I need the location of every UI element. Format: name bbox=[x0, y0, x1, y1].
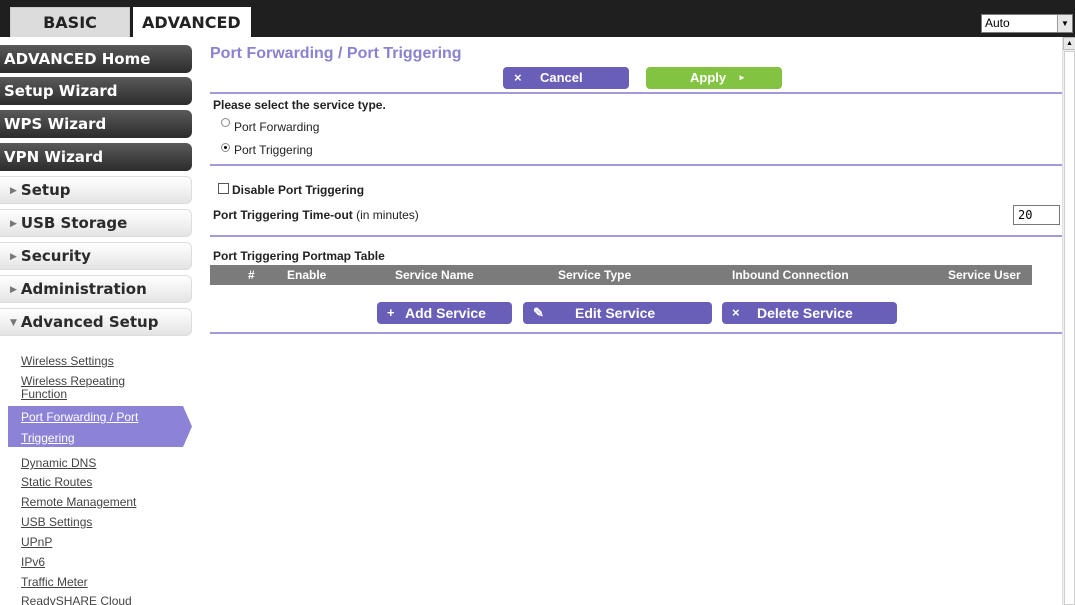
page-title: Port Forwarding / Port Triggering bbox=[210, 45, 462, 62]
pencil-icon: ✎ bbox=[533, 305, 544, 320]
edit-service-button[interactable]: ✎ Edit Service bbox=[523, 302, 712, 324]
radio-port-triggering-label: Port Triggering bbox=[234, 143, 313, 157]
sidebar-section-advanced-setup[interactable]: ▼ Advanced Setup bbox=[0, 308, 192, 336]
sublink-remote-management[interactable]: Remote Management bbox=[21, 496, 136, 508]
radio-port-forwarding-label: Port Forwarding bbox=[234, 120, 320, 134]
main-content: Port Forwarding / Port Triggering × Canc… bbox=[210, 37, 1062, 605]
edit-service-label: Edit Service bbox=[575, 305, 656, 321]
sublink-ipv6[interactable]: IPv6 bbox=[21, 556, 45, 568]
sublink-static-routes[interactable]: Static Routes bbox=[21, 476, 92, 488]
sidebar-section-label: Administration bbox=[20, 280, 147, 298]
sublink-dynamic-dns[interactable]: Dynamic DNS bbox=[21, 457, 96, 469]
sublink-port-forwarding-2[interactable]: Triggering bbox=[21, 432, 75, 444]
sidebar-section-label: Setup bbox=[20, 181, 71, 199]
column-header: Enable bbox=[287, 268, 327, 282]
timeout-label: Port Triggering Time-out (in minutes) bbox=[213, 208, 419, 222]
sidebar-wps-wizard[interactable]: WPS Wizard bbox=[0, 110, 192, 138]
delete-service-label: Delete Service bbox=[757, 305, 853, 321]
sidebar-section-setup[interactable]: ▶ Setup bbox=[0, 176, 192, 204]
sublink-wireless-settings[interactable]: Wireless Settings bbox=[21, 355, 114, 367]
timeout-label-bold: Port Triggering Time-out bbox=[213, 208, 353, 222]
column-header: Inbound Connection bbox=[732, 268, 849, 282]
sublink-readyshare-cloud[interactable]: ReadySHARE Cloud bbox=[21, 595, 132, 605]
sublink-traffic-meter[interactable]: Traffic Meter bbox=[21, 576, 88, 588]
sidebar: ADVANCED Home Setup Wizard WPS Wizard VP… bbox=[0, 37, 210, 605]
delete-service-button[interactable]: × Delete Service bbox=[722, 302, 897, 324]
sublink-usb-settings[interactable]: USB Settings bbox=[21, 516, 92, 528]
chevron-right-icon: ▶ bbox=[10, 252, 17, 262]
vertical-scrollbar[interactable]: ▲ bbox=[1062, 37, 1075, 605]
close-icon: × bbox=[514, 70, 522, 85]
plus-icon: + bbox=[387, 305, 395, 320]
radio-port-forwarding[interactable] bbox=[221, 118, 230, 127]
disable-port-triggering-label: Disable Port Triggering bbox=[232, 183, 365, 197]
column-header: Service User bbox=[948, 268, 1021, 282]
cancel-button-label: Cancel bbox=[540, 70, 583, 85]
column-header: Service Name bbox=[395, 268, 474, 282]
sublink-port-forwarding[interactable]: Port Forwarding / Port bbox=[21, 411, 138, 423]
apply-button[interactable]: Apply ► bbox=[646, 67, 782, 89]
apply-button-label: Apply bbox=[690, 70, 727, 85]
router-admin-page: BASIC ADVANCED Auto ▼ ADVANCED Home Setu… bbox=[0, 0, 1075, 605]
radio-port-triggering[interactable] bbox=[221, 143, 230, 152]
disable-port-triggering-checkbox[interactable] bbox=[218, 183, 229, 194]
add-service-label: Add Service bbox=[405, 305, 486, 321]
column-header: Service Type bbox=[558, 268, 632, 282]
chevron-right-icon: ▶ bbox=[10, 219, 17, 229]
sublink-upnp[interactable]: UPnP bbox=[21, 536, 52, 548]
top-bar: BASIC ADVANCED Auto ▼ bbox=[0, 0, 1075, 38]
sidebar-section-label: USB Storage bbox=[20, 214, 128, 232]
sidebar-setup-wizard[interactable]: Setup Wizard bbox=[0, 77, 192, 105]
add-service-button[interactable]: + Add Service bbox=[377, 302, 512, 324]
scroll-up-icon[interactable]: ▲ bbox=[1063, 37, 1075, 50]
divider bbox=[210, 92, 1062, 94]
tab-basic[interactable]: BASIC bbox=[10, 7, 130, 37]
sidebar-advanced-home[interactable]: ADVANCED Home bbox=[0, 45, 192, 73]
column-header: # bbox=[248, 268, 255, 282]
timeout-input[interactable]: 20 bbox=[1013, 205, 1060, 225]
language-select[interactable]: Auto ▼ bbox=[981, 14, 1073, 33]
sidebar-section-security[interactable]: ▶ Security bbox=[0, 242, 192, 270]
sidebar-section-usb-storage[interactable]: ▶ USB Storage bbox=[0, 209, 192, 237]
sidebar-section-label: Advanced Setup bbox=[20, 313, 159, 331]
divider bbox=[210, 332, 1062, 334]
timeout-label-rest: (in minutes) bbox=[352, 208, 419, 222]
close-icon: × bbox=[732, 305, 740, 320]
portmap-table-header: # Enable Service Name Service Type Inbou… bbox=[210, 265, 1032, 285]
chevron-down-icon[interactable]: ▼ bbox=[1057, 15, 1072, 32]
language-select-value: Auto bbox=[985, 16, 1010, 30]
chevron-right-icon: ▶ bbox=[10, 186, 17, 196]
tab-advanced[interactable]: ADVANCED bbox=[133, 7, 251, 38]
divider bbox=[210, 235, 1062, 237]
portmap-table-title: Port Triggering Portmap Table bbox=[213, 249, 385, 263]
scroll-thumb[interactable] bbox=[1064, 51, 1075, 605]
sidebar-vpn-wizard[interactable]: VPN Wizard bbox=[0, 143, 192, 171]
sidebar-section-label: Security bbox=[20, 247, 91, 265]
chevron-right-icon: ▶ bbox=[10, 285, 17, 295]
cancel-button[interactable]: × Cancel bbox=[503, 67, 629, 89]
chevron-down-icon: ▼ bbox=[10, 318, 17, 328]
service-type-prompt: Please select the service type. bbox=[213, 98, 386, 112]
sidebar-section-administration[interactable]: ▶ Administration bbox=[0, 275, 192, 303]
divider bbox=[210, 164, 1062, 166]
sublink-wireless-repeating[interactable]: Wireless Repeating bbox=[21, 375, 125, 387]
sublink-wireless-repeating-2[interactable]: Function bbox=[21, 388, 67, 400]
arrow-right-icon: ► bbox=[738, 73, 746, 82]
